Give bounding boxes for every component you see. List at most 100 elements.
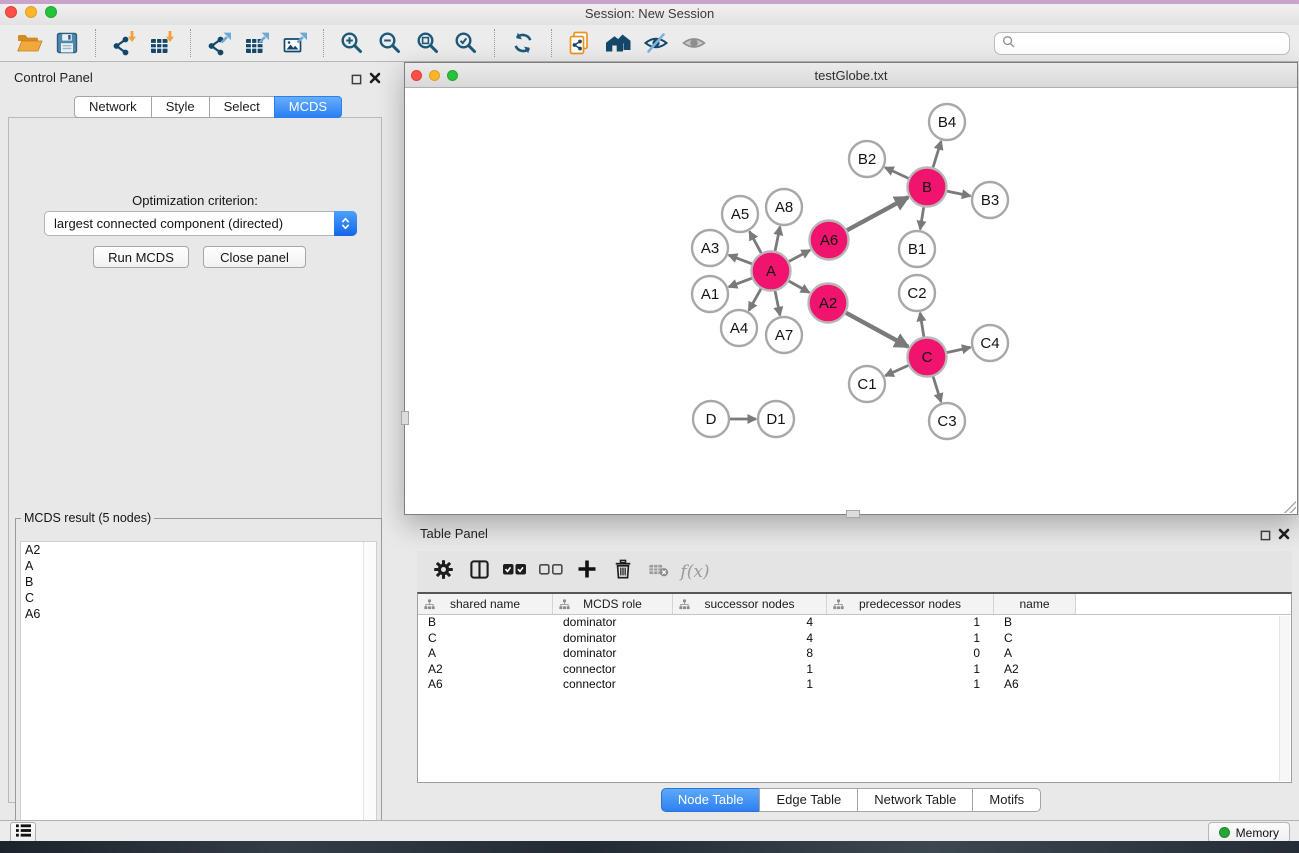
- close-panel-button[interactable]: Close panel: [203, 246, 306, 268]
- deselect-all-rows-button[interactable]: [533, 555, 569, 589]
- table-row[interactable]: Bdominator41B: [418, 615, 1291, 631]
- tab-select[interactable]: Select: [209, 96, 275, 118]
- network-window-titlebar: testGlobe.txt: [405, 63, 1297, 88]
- table-tab-network-table[interactable]: Network Table: [857, 788, 973, 812]
- delete-table-icon: [648, 561, 670, 583]
- column-header-successor-nodes[interactable]: successor nodes: [673, 594, 827, 614]
- graph-node-A5[interactable]: A5: [722, 196, 758, 232]
- graph-node-C4[interactable]: C4: [972, 325, 1008, 361]
- mcds-result-item[interactable]: A6: [21, 606, 376, 622]
- mcds-result-item[interactable]: A2: [21, 542, 376, 558]
- float-panel-icon[interactable]: [351, 72, 362, 90]
- zoom-in-button[interactable]: [333, 27, 371, 59]
- graph-node-A3[interactable]: A3: [692, 230, 728, 266]
- run-mcds-button[interactable]: Run MCDS: [93, 246, 189, 268]
- svg-text:A7: A7: [775, 327, 793, 344]
- graph-node-C2[interactable]: C2: [899, 275, 935, 311]
- tab-network[interactable]: Network: [74, 96, 152, 118]
- search-input[interactable]: [1019, 35, 1289, 53]
- save-session-button[interactable]: [48, 27, 86, 59]
- graph-node-A7[interactable]: A7: [766, 317, 802, 353]
- window-edge-handle-bottom[interactable]: [846, 510, 860, 518]
- import-table-button[interactable]: [143, 27, 181, 59]
- mcds-result-item[interactable]: B: [21, 574, 376, 590]
- graph-node-C3[interactable]: C3: [929, 403, 965, 439]
- window-edge-handle-left[interactable]: [401, 411, 409, 425]
- export-table-button[interactable]: [238, 27, 276, 59]
- column-label: shared name: [450, 597, 520, 611]
- svg-text:C4: C4: [980, 335, 999, 352]
- tab-style[interactable]: Style: [151, 96, 210, 118]
- table-scrollbar[interactable]: [1279, 616, 1290, 781]
- graph-node-B1[interactable]: B1: [899, 231, 935, 267]
- new-network-from-selection-button[interactable]: [561, 27, 599, 59]
- delete-columns-button[interactable]: [605, 555, 641, 589]
- memory-label: Memory: [1236, 826, 1279, 840]
- table-tab-motifs[interactable]: Motifs: [972, 788, 1041, 812]
- column-header-name[interactable]: name: [994, 594, 1076, 614]
- graph-node-A[interactable]: A: [752, 252, 791, 291]
- mcds-result-item[interactable]: C: [21, 590, 376, 606]
- graph-node-C[interactable]: C: [908, 338, 947, 377]
- import-network-button[interactable]: [105, 27, 143, 59]
- table-row[interactable]: A6connector11A6: [418, 677, 1291, 693]
- table-row[interactable]: Adominator80A: [418, 646, 1291, 662]
- task-history-button[interactable]: [10, 822, 36, 843]
- table-row[interactable]: A2connector11A2: [418, 662, 1291, 678]
- graph-node-A4[interactable]: A4: [721, 310, 757, 346]
- control-panel: Control Panel NetworkStyleSelectMCDS Opt…: [0, 62, 390, 816]
- graph-node-A6[interactable]: A6: [810, 221, 849, 260]
- column-header-MCDS-role[interactable]: MCDS role: [553, 594, 673, 614]
- create-column-button[interactable]: [569, 555, 605, 589]
- settings-gear-button[interactable]: [425, 555, 461, 589]
- graph-node-A8[interactable]: A8: [766, 189, 802, 225]
- export-image-button[interactable]: [276, 27, 314, 59]
- hide-selected-button[interactable]: [637, 27, 675, 59]
- tab-mcds[interactable]: MCDS: [274, 96, 342, 118]
- refresh-layout-button[interactable]: [504, 27, 542, 59]
- graph-node-B3[interactable]: B3: [972, 182, 1008, 218]
- open-file-button[interactable]: [10, 27, 48, 59]
- table-tab-edge-table[interactable]: Edge Table: [759, 788, 858, 812]
- result-scrollbar[interactable]: [363, 542, 376, 845]
- graph-node-D[interactable]: D: [693, 401, 729, 437]
- app-window: Session: New Session Control Panel Netwo…: [0, 4, 1299, 841]
- graph-node-B[interactable]: B: [908, 168, 947, 207]
- first-neighbors-button[interactable]: [599, 27, 637, 59]
- graph-node-B2[interactable]: B2: [849, 141, 885, 177]
- float-table-panel-icon[interactable]: [1260, 528, 1271, 546]
- table-row[interactable]: Cdominator41C: [418, 631, 1291, 647]
- function-builder-button: f(x): [677, 555, 713, 589]
- network-graph[interactable]: B4 B2 B B3 A5A8A6 B1 A3 A C2 A1 A2 A4 A7 C4 C C1 C3 D D1: [405, 88, 1297, 514]
- graph-node-B4[interactable]: B4: [929, 104, 965, 140]
- close-table-panel-icon[interactable]: [1278, 527, 1290, 545]
- network-canvas[interactable]: B4 B2 B B3 A5A8A6 B1 A3 A C2 A1 A2 A4 A7 C4 C C1 C3 D D1: [405, 88, 1297, 514]
- table-cell: 0: [827, 646, 994, 662]
- mcds-result-item[interactable]: A: [21, 558, 376, 574]
- zoom-out-button[interactable]: [371, 27, 409, 59]
- zoom-fit-icon: [415, 30, 441, 56]
- close-panel-icon[interactable]: [369, 71, 381, 89]
- svg-text:C3: C3: [937, 413, 956, 430]
- list-icon: [15, 823, 32, 843]
- graph-node-D1[interactable]: D1: [758, 401, 794, 437]
- graph-node-A1[interactable]: A1: [692, 276, 728, 312]
- column-header-predecessor-nodes[interactable]: predecessor nodes: [827, 594, 994, 614]
- memory-button[interactable]: Memory: [1208, 822, 1290, 843]
- search-field[interactable]: [994, 32, 1290, 55]
- column-label: MCDS role: [583, 597, 642, 611]
- zoom-selected-button[interactable]: [447, 27, 485, 59]
- select-all-rows-button[interactable]: [497, 555, 533, 589]
- svg-text:B: B: [922, 179, 932, 196]
- export-network-button[interactable]: [200, 27, 238, 59]
- table-tab-node-table[interactable]: Node Table: [661, 788, 761, 812]
- column-header-shared-name[interactable]: shared name: [418, 594, 553, 614]
- criterion-select[interactable]: largest connected component (directed): [44, 211, 357, 236]
- column-visibility-button[interactable]: [461, 555, 497, 589]
- svg-text:A2: A2: [819, 295, 837, 312]
- mcds-result-list[interactable]: A2ABCA6: [20, 541, 377, 846]
- zoom-fit-button[interactable]: [409, 27, 447, 59]
- graph-node-A2[interactable]: A2: [809, 284, 848, 323]
- window-resize-grip[interactable]: [1284, 501, 1296, 513]
- graph-node-C1[interactable]: C1: [849, 366, 885, 402]
